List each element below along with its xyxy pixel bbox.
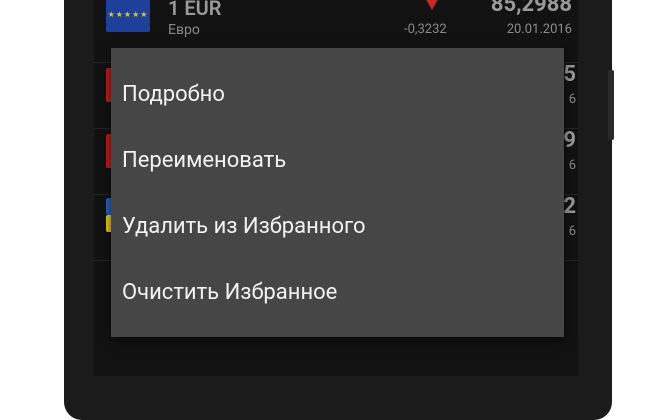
eu-flag-icon: ★★★★★ — [106, 0, 150, 32]
menu-item-remove-favorite[interactable]: Удалить из Избранного — [111, 194, 564, 260]
phone-side-button — [608, 70, 614, 140]
rate-date: 6 — [568, 158, 576, 173]
rate-date: 20.01.2016 — [506, 22, 572, 37]
context-menu: Подробно Переименовать Удалить из Избран… — [111, 48, 564, 337]
currency-name: Евро — [168, 22, 200, 38]
exchange-rate: 5 — [563, 62, 576, 87]
exchange-rate: 85,2988 — [490, 0, 572, 17]
menu-item-clear-favorites[interactable]: Очистить Избранное — [111, 260, 564, 326]
exchange-rate: 2 — [563, 194, 576, 219]
rate-date: 6 — [568, 92, 576, 107]
rate-change: -0,3232 — [404, 22, 447, 37]
currency-code: 1 EUR — [168, 0, 222, 20]
menu-item-details[interactable]: Подробно — [111, 62, 564, 128]
menu-item-rename[interactable]: Переименовать — [111, 128, 564, 194]
eu-stars-icon: ★★★★★ — [107, 10, 149, 19]
trend-down-icon — [424, 0, 440, 10]
rate-date: 6 — [568, 224, 576, 239]
exchange-rate: 9 — [563, 128, 576, 153]
